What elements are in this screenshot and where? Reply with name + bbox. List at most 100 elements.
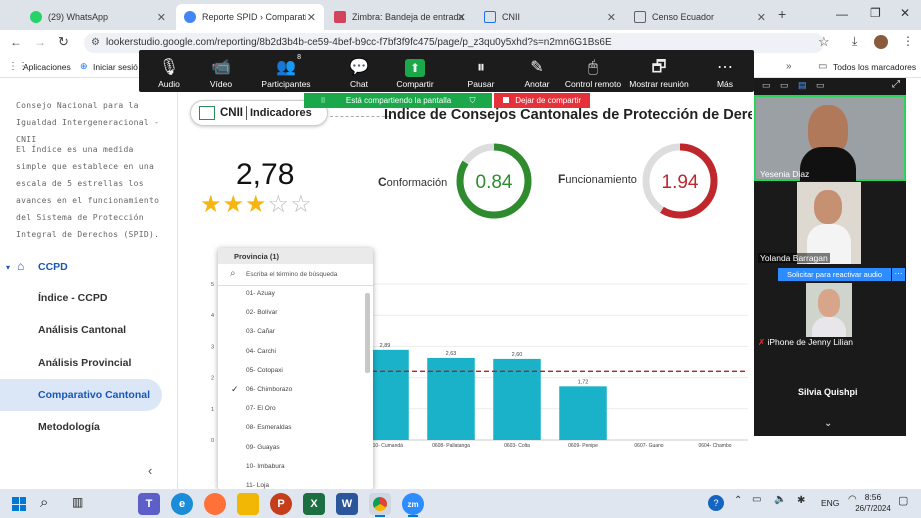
profile-avatar[interactable] <box>874 35 888 49</box>
y-tick-label: 5 <box>211 282 214 288</box>
excel-icon[interactable]: X <box>303 493 325 515</box>
nav-analisis-cantonal[interactable]: Análisis Cantonal <box>0 314 162 346</box>
notification-icon[interactable]: ▢ <box>898 494 908 507</box>
search-icon[interactable]: ⌕ <box>40 494 48 511</box>
zoom-7-icon: 🖱 <box>588 59 598 76</box>
province-option[interactable]: 04- Carchi <box>246 348 276 355</box>
province-option[interactable]: 01- Azuay <box>246 290 275 297</box>
participant-video-2[interactable] <box>797 182 861 264</box>
dropdown-scrollbar[interactable] <box>365 293 370 373</box>
powerpoint-icon[interactable]: P <box>270 493 292 515</box>
tab-reporte-spid[interactable]: Reporte SPID › Comparativo ✕ <box>176 4 324 30</box>
zoom-mas-button[interactable]: ⋯ Más <box>701 52 749 92</box>
tab-zimbra[interactable]: Zimbra: Bandeja de entrada ✕ <box>326 4 474 30</box>
reload-icon[interactable]: ↻ <box>58 34 69 50</box>
view-icon[interactable]: ▭ <box>762 80 771 91</box>
zoom-mostrar-reunion-button[interactable]: 🗗 Mostrar reunión <box>627 52 691 92</box>
participant-video-1[interactable]: Yesenia Diaz <box>754 95 906 181</box>
province-option[interactable]: 03- Cañar <box>246 328 275 335</box>
stop-share-button[interactable]: Dejar de compartir <box>494 93 590 108</box>
close-tab-icon[interactable]: ✕ <box>307 11 316 24</box>
province-option[interactable]: 09- Guayas <box>246 444 280 451</box>
edge-icon[interactable]: e <box>171 493 193 515</box>
filter-search[interactable]: ⌕ Escriba el término de búsqueda <box>218 264 373 286</box>
chevron-right-icon[interactable]: » <box>786 61 792 72</box>
bookmark-apps[interactable]: Aplicaciones <box>23 62 71 72</box>
collapse-sidebar-icon[interactable]: ‹ <box>148 463 152 478</box>
windows-start-icon[interactable] <box>12 497 26 511</box>
province-option[interactable]: 06- Chimborazo <box>246 386 292 393</box>
bluetooth-icon[interactable]: ✱ <box>797 495 805 506</box>
chevron-up-icon[interactable]: ⌃ <box>734 495 742 506</box>
nav-analisis-provincial[interactable]: Análisis Provincial <box>0 347 162 379</box>
file-explorer-icon[interactable] <box>237 493 259 515</box>
clock-date[interactable]: 26/7/2024 <box>848 504 898 513</box>
province-option[interactable]: 02- Bolívar <box>246 309 277 316</box>
new-tab-icon[interactable]: + <box>778 6 786 22</box>
forward-icon[interactable]: → <box>34 35 46 49</box>
zoom-audio-button[interactable]: 🎙 Audio <box>145 52 193 92</box>
zoom-app-icon[interactable]: zm <box>402 493 424 515</box>
zoom-video-button[interactable]: 📹 Vídeo <box>197 52 245 92</box>
close-tab-icon[interactable]: ✕ <box>757 11 766 24</box>
home-icon: ⌂ <box>17 259 25 273</box>
bookmark-star-icon[interactable]: ☆ <box>818 34 830 50</box>
zoom-participantes-button[interactable]: 👥 Participantes 8 <box>257 52 315 92</box>
view-icon[interactable]: ▭ <box>780 80 789 91</box>
bookmark-all[interactable]: Todos los marcadores <box>833 62 916 72</box>
site-info-icon[interactable]: ⚙ <box>91 33 100 53</box>
language-indicator[interactable]: ENG <box>821 498 839 508</box>
tab-whatsapp[interactable]: (29) WhatsApp ✕ <box>22 4 174 30</box>
zoom-control-remoto-button[interactable]: 🖱 Control remoto <box>561 52 625 92</box>
close-window-icon[interactable]: ✕ <box>900 6 910 20</box>
tab-censo[interactable]: Censo Ecuador ✕ <box>626 4 774 30</box>
zoom-anotar-button[interactable]: ✎ Anotar <box>513 52 561 92</box>
view-icon[interactable]: ▤ <box>798 80 807 91</box>
zoom-pausar-button[interactable]: ⏸ Pausar <box>457 52 505 92</box>
teams-icon[interactable]: T <box>138 493 160 515</box>
province-option[interactable]: 07- El Oro <box>246 405 276 412</box>
province-option[interactable]: 10- Imbabura <box>246 463 285 470</box>
filter-title[interactable]: Provincia (1) <box>218 248 373 264</box>
zoom-chat-button[interactable]: 💬 Chat <box>335 52 383 92</box>
firefox-icon[interactable] <box>204 493 226 515</box>
chevron-down-icon[interactable]: ⌄ <box>824 418 832 429</box>
clock-time[interactable]: 8:56 <box>858 492 888 502</box>
participant-video-3[interactable] <box>806 283 852 337</box>
request-unmute-button[interactable]: Solicitar para reactivar audio <box>778 268 891 281</box>
chrome-icon[interactable] <box>369 493 391 515</box>
provincia-filter-dropdown[interactable]: Provincia (1) ⌕ Escriba el término de bú… <box>218 248 373 489</box>
collapse-caret-icon[interactable]: ▾ <box>6 263 10 272</box>
battery-icon[interactable]: ▭ <box>752 494 761 505</box>
search-input[interactable]: Escriba el término de búsqueda <box>246 271 337 278</box>
report-sidebar: Consejo Nacional para la Igualdad Interg… <box>0 79 178 489</box>
download-icon[interactable]: ⤓ <box>852 34 857 49</box>
zoom-compartir-button[interactable]: ⬆ Compartir <box>391 52 439 92</box>
bookmark-login[interactable]: Iniciar sesión <box>93 62 138 72</box>
back-icon[interactable]: ← <box>10 35 22 49</box>
section-ccpd[interactable]: CCPD <box>38 261 68 273</box>
province-option[interactable]: 05- Cotopaxi <box>246 367 283 374</box>
speaker-icon[interactable]: 🔈 <box>774 494 786 505</box>
expand-icon[interactable]: ⤢ <box>892 79 900 90</box>
browser-menu-icon[interactable]: ⋮ <box>902 34 914 48</box>
conformacion-gauge: 0.84 <box>456 143 532 219</box>
nav-comparativo-cantonal[interactable]: Comparativo Cantonal <box>0 379 162 411</box>
close-tab-icon[interactable]: ✕ <box>457 11 466 24</box>
province-option[interactable]: 08- Esmeraldas <box>246 424 292 431</box>
star-icon: ☆ <box>267 191 291 218</box>
drag-handle-icon[interactable]: ⠿ <box>320 98 325 105</box>
nav-indice-ccpd[interactable]: Índice - CCPD <box>0 282 162 314</box>
view-icon[interactable]: ▭ <box>816 80 825 91</box>
more-options-button[interactable]: ⋯ <box>892 268 905 281</box>
close-tab-icon[interactable]: ✕ <box>157 11 166 24</box>
tab-cnii[interactable]: CNII ✕ <box>476 4 624 30</box>
nav-metodologia[interactable]: Metodología <box>0 411 162 443</box>
task-view-icon[interactable]: ▥ <box>72 495 83 509</box>
province-option[interactable]: 11- Loja <box>246 482 269 489</box>
close-tab-icon[interactable]: ✕ <box>607 11 616 24</box>
word-icon[interactable]: W <box>336 493 358 515</box>
restore-icon[interactable]: ❐ <box>870 6 881 20</box>
minimize-icon[interactable]: — <box>836 7 848 21</box>
help-icon[interactable]: ? <box>708 495 724 511</box>
